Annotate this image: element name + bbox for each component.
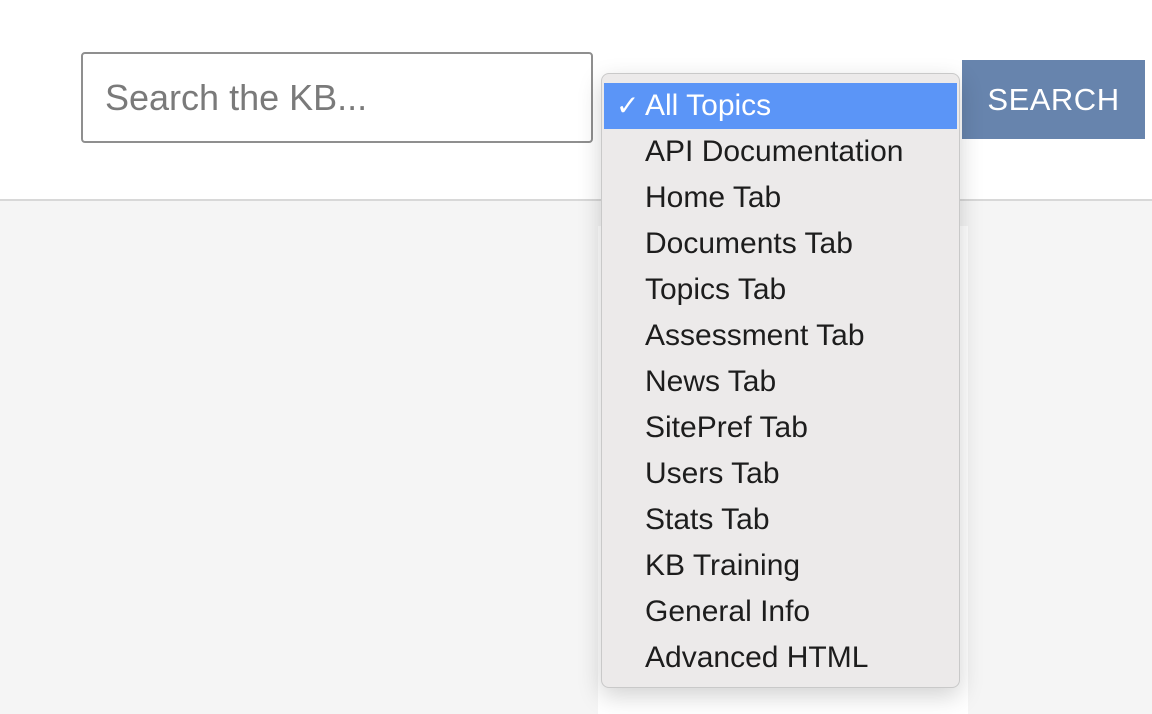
topic-option-assessment-tab[interactable]: Assessment Tab	[602, 313, 959, 359]
topic-option-general-info[interactable]: General Info	[602, 589, 959, 635]
kb-search-page: SEARCH ✓ All Topics API Documentation Ho…	[0, 0, 1152, 714]
topic-option-advanced-html[interactable]: Advanced HTML	[602, 635, 959, 681]
topic-option-label: Advanced HTML	[645, 641, 869, 674]
content-area	[0, 201, 1152, 714]
topic-option-news-tab[interactable]: News Tab	[602, 359, 959, 405]
topic-option-topics-tab[interactable]: Topics Tab	[602, 267, 959, 313]
topic-option-label: News Tab	[645, 365, 777, 398]
topic-option-users-tab[interactable]: Users Tab	[602, 451, 959, 497]
topic-option-label: Documents Tab	[645, 227, 853, 260]
topic-option-label: General Info	[645, 595, 811, 628]
topic-option-label: API Documentation	[645, 135, 904, 168]
topic-option-kb-training[interactable]: KB Training	[602, 543, 959, 589]
topic-option-label: SitePref Tab	[645, 411, 808, 444]
topic-option-stats-tab[interactable]: Stats Tab	[602, 497, 959, 543]
checkmark-icon: ✓	[616, 90, 640, 121]
topic-option-label: All Topics	[645, 89, 772, 122]
topic-option-label: Home Tab	[645, 181, 782, 214]
topic-option-all-topics[interactable]: ✓ All Topics	[604, 83, 957, 129]
topic-option-label: Stats Tab	[645, 503, 770, 536]
topic-option-documents-tab[interactable]: Documents Tab	[602, 221, 959, 267]
search-button[interactable]: SEARCH	[962, 60, 1145, 139]
topic-option-label: Users Tab	[645, 457, 780, 490]
search-input[interactable]	[81, 52, 593, 143]
topic-option-label: Assessment Tab	[645, 319, 865, 352]
topic-option-label: Topics Tab	[645, 273, 787, 306]
topic-option-label: KB Training	[645, 549, 801, 582]
topic-option-api-documentation[interactable]: API Documentation	[602, 129, 959, 175]
topic-dropdown-menu[interactable]: ✓ All Topics API Documentation Home Tab …	[601, 73, 960, 688]
topic-option-home-tab[interactable]: Home Tab	[602, 175, 959, 221]
topic-option-sitepref-tab[interactable]: SitePref Tab	[602, 405, 959, 451]
